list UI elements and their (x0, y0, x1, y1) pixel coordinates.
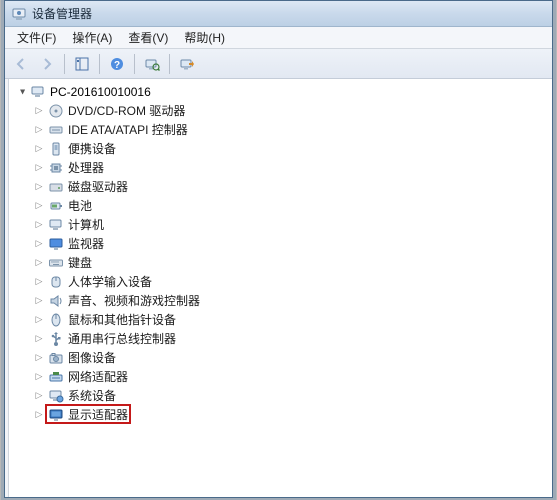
tree-node-label: 图像设备 (68, 349, 116, 366)
expander-icon[interactable]: ▷ (33, 105, 45, 117)
tree-root-node[interactable]: ▸ PC-201610010016 (15, 83, 552, 101)
help-button[interactable]: ? (105, 52, 129, 76)
network-icon (48, 369, 64, 385)
tree-node[interactable]: ▷ 处理器 (33, 158, 552, 177)
tree-node-label: 便携设备 (68, 140, 116, 157)
battery-icon (48, 198, 64, 214)
menu-view[interactable]: 查看(V) (120, 27, 176, 48)
tree-node-label: 系统设备 (68, 387, 116, 404)
show-hide-tree-button[interactable] (70, 52, 94, 76)
tree-node[interactable]: ▷ 声音、视频和游戏控制器 (33, 291, 552, 310)
tree-node-label: 处理器 (68, 159, 104, 176)
forward-button[interactable] (35, 52, 59, 76)
tree-node[interactable]: ▷ 系统设备 (33, 386, 552, 405)
portable-icon (48, 141, 64, 157)
tree-node-label: 监视器 (68, 235, 104, 252)
expander-icon[interactable]: ▷ (33, 371, 45, 383)
device-tree[interactable]: ▸ PC-201610010016 ▷ DVD/CD-ROM 驱动器 ▷ IDE AT… (9, 79, 552, 497)
expander-icon[interactable]: ▷ (33, 314, 45, 326)
computer-icon (31, 84, 47, 100)
cpu-icon (48, 160, 64, 176)
expander-icon[interactable]: ▷ (33, 162, 45, 174)
expander-icon[interactable]: ▷ (33, 295, 45, 307)
expander-icon[interactable]: ▷ (33, 200, 45, 212)
toolbar: ? (5, 49, 552, 79)
scan-hardware-button[interactable] (140, 52, 164, 76)
tree-node[interactable]: ▷ 网络适配器 (33, 367, 552, 386)
device-manager-icon (11, 6, 27, 22)
mouse-icon (48, 312, 64, 328)
expander-icon[interactable]: ▷ (33, 352, 45, 364)
tree-node[interactable]: ▷ 计算机 (33, 215, 552, 234)
hid-icon (48, 274, 64, 290)
expander-icon[interactable]: ▷ (33, 124, 45, 136)
content-area: ▸ PC-201610010016 ▷ DVD/CD-ROM 驱动器 ▷ IDE AT… (5, 79, 552, 497)
tree-node-label: IDE ATA/ATAPI 控制器 (68, 121, 188, 138)
device-manager-window: 设备管理器 文件(F) 操作(A) 查看(V) 帮助(H) ? (4, 0, 553, 498)
expander-icon[interactable]: ▸ (17, 86, 29, 98)
disk-icon (48, 179, 64, 195)
tree-node[interactable]: ▷ 磁盘驱动器 (33, 177, 552, 196)
tree-node-label: 通用串行总线控制器 (68, 330, 176, 347)
tree-node-label: 显示适配器 (68, 406, 128, 423)
toolbar-separator (169, 54, 170, 74)
toolbar-separator (99, 54, 100, 74)
tree-node-label: DVD/CD-ROM 驱动器 (68, 102, 185, 119)
system-icon (48, 388, 64, 404)
expander-icon[interactable]: ▷ (33, 219, 45, 231)
tree-node[interactable]: ▷ 鼠标和其他指针设备 (33, 310, 552, 329)
window-title: 设备管理器 (32, 5, 92, 22)
tree-node[interactable]: ▷ 键盘 (33, 253, 552, 272)
tree-node-label: 磁盘驱动器 (68, 178, 128, 195)
menubar: 文件(F) 操作(A) 查看(V) 帮助(H) (5, 27, 552, 49)
tree-node[interactable]: ▷ 电池 (33, 196, 552, 215)
tree-node[interactable]: ▷ IDE ATA/ATAPI 控制器 (33, 120, 552, 139)
expander-icon[interactable]: ▷ (33, 238, 45, 250)
tree-node[interactable]: ▷ 便携设备 (33, 139, 552, 158)
tree-node-label: 网络适配器 (68, 368, 128, 385)
toolbar-separator (134, 54, 135, 74)
sound-icon (48, 293, 64, 309)
svg-text:?: ? (114, 60, 120, 71)
keyboard-icon (48, 255, 64, 271)
expander-icon[interactable]: ▷ (33, 181, 45, 193)
tree-node[interactable]: ▷ 图像设备 (33, 348, 552, 367)
expander-icon[interactable]: ▷ (33, 276, 45, 288)
tree-node-label: 人体学输入设备 (68, 273, 152, 290)
expander-icon[interactable]: ▷ (33, 390, 45, 402)
back-button[interactable] (9, 52, 33, 76)
menu-action[interactable]: 操作(A) (64, 27, 120, 48)
disc-icon (48, 103, 64, 119)
ide-icon (48, 122, 64, 138)
expander-icon[interactable]: ▷ (33, 409, 45, 421)
computer-icon (48, 217, 64, 233)
usb-icon (48, 331, 64, 347)
imaging-icon (48, 350, 64, 366)
menu-help[interactable]: 帮助(H) (176, 27, 233, 48)
tree-node[interactable]: ▷ 监视器 (33, 234, 552, 253)
expander-icon[interactable]: ▷ (33, 257, 45, 269)
toolbar-separator (64, 54, 65, 74)
display-icon (48, 407, 64, 423)
tree-node-label: 电池 (68, 197, 92, 214)
monitor-icon (48, 236, 64, 252)
tree-node-label: 键盘 (68, 254, 92, 271)
tree-node-label: 鼠标和其他指针设备 (68, 311, 176, 328)
tree-node-label: 声音、视频和游戏控制器 (68, 292, 200, 309)
tree-node[interactable]: ▷ DVD/CD-ROM 驱动器 (33, 101, 552, 120)
tree-node[interactable]: ▷ 显示适配器 (33, 405, 552, 424)
tree-node-label: 计算机 (68, 216, 104, 233)
tree-node[interactable]: ▷ 通用串行总线控制器 (33, 329, 552, 348)
root-label: PC-201610010016 (50, 85, 151, 99)
titlebar[interactable]: 设备管理器 (5, 1, 552, 27)
menu-file[interactable]: 文件(F) (9, 27, 64, 48)
properties-button[interactable] (175, 52, 199, 76)
expander-icon[interactable]: ▷ (33, 143, 45, 155)
expander-icon[interactable]: ▷ (33, 333, 45, 345)
tree-node[interactable]: ▷ 人体学输入设备 (33, 272, 552, 291)
